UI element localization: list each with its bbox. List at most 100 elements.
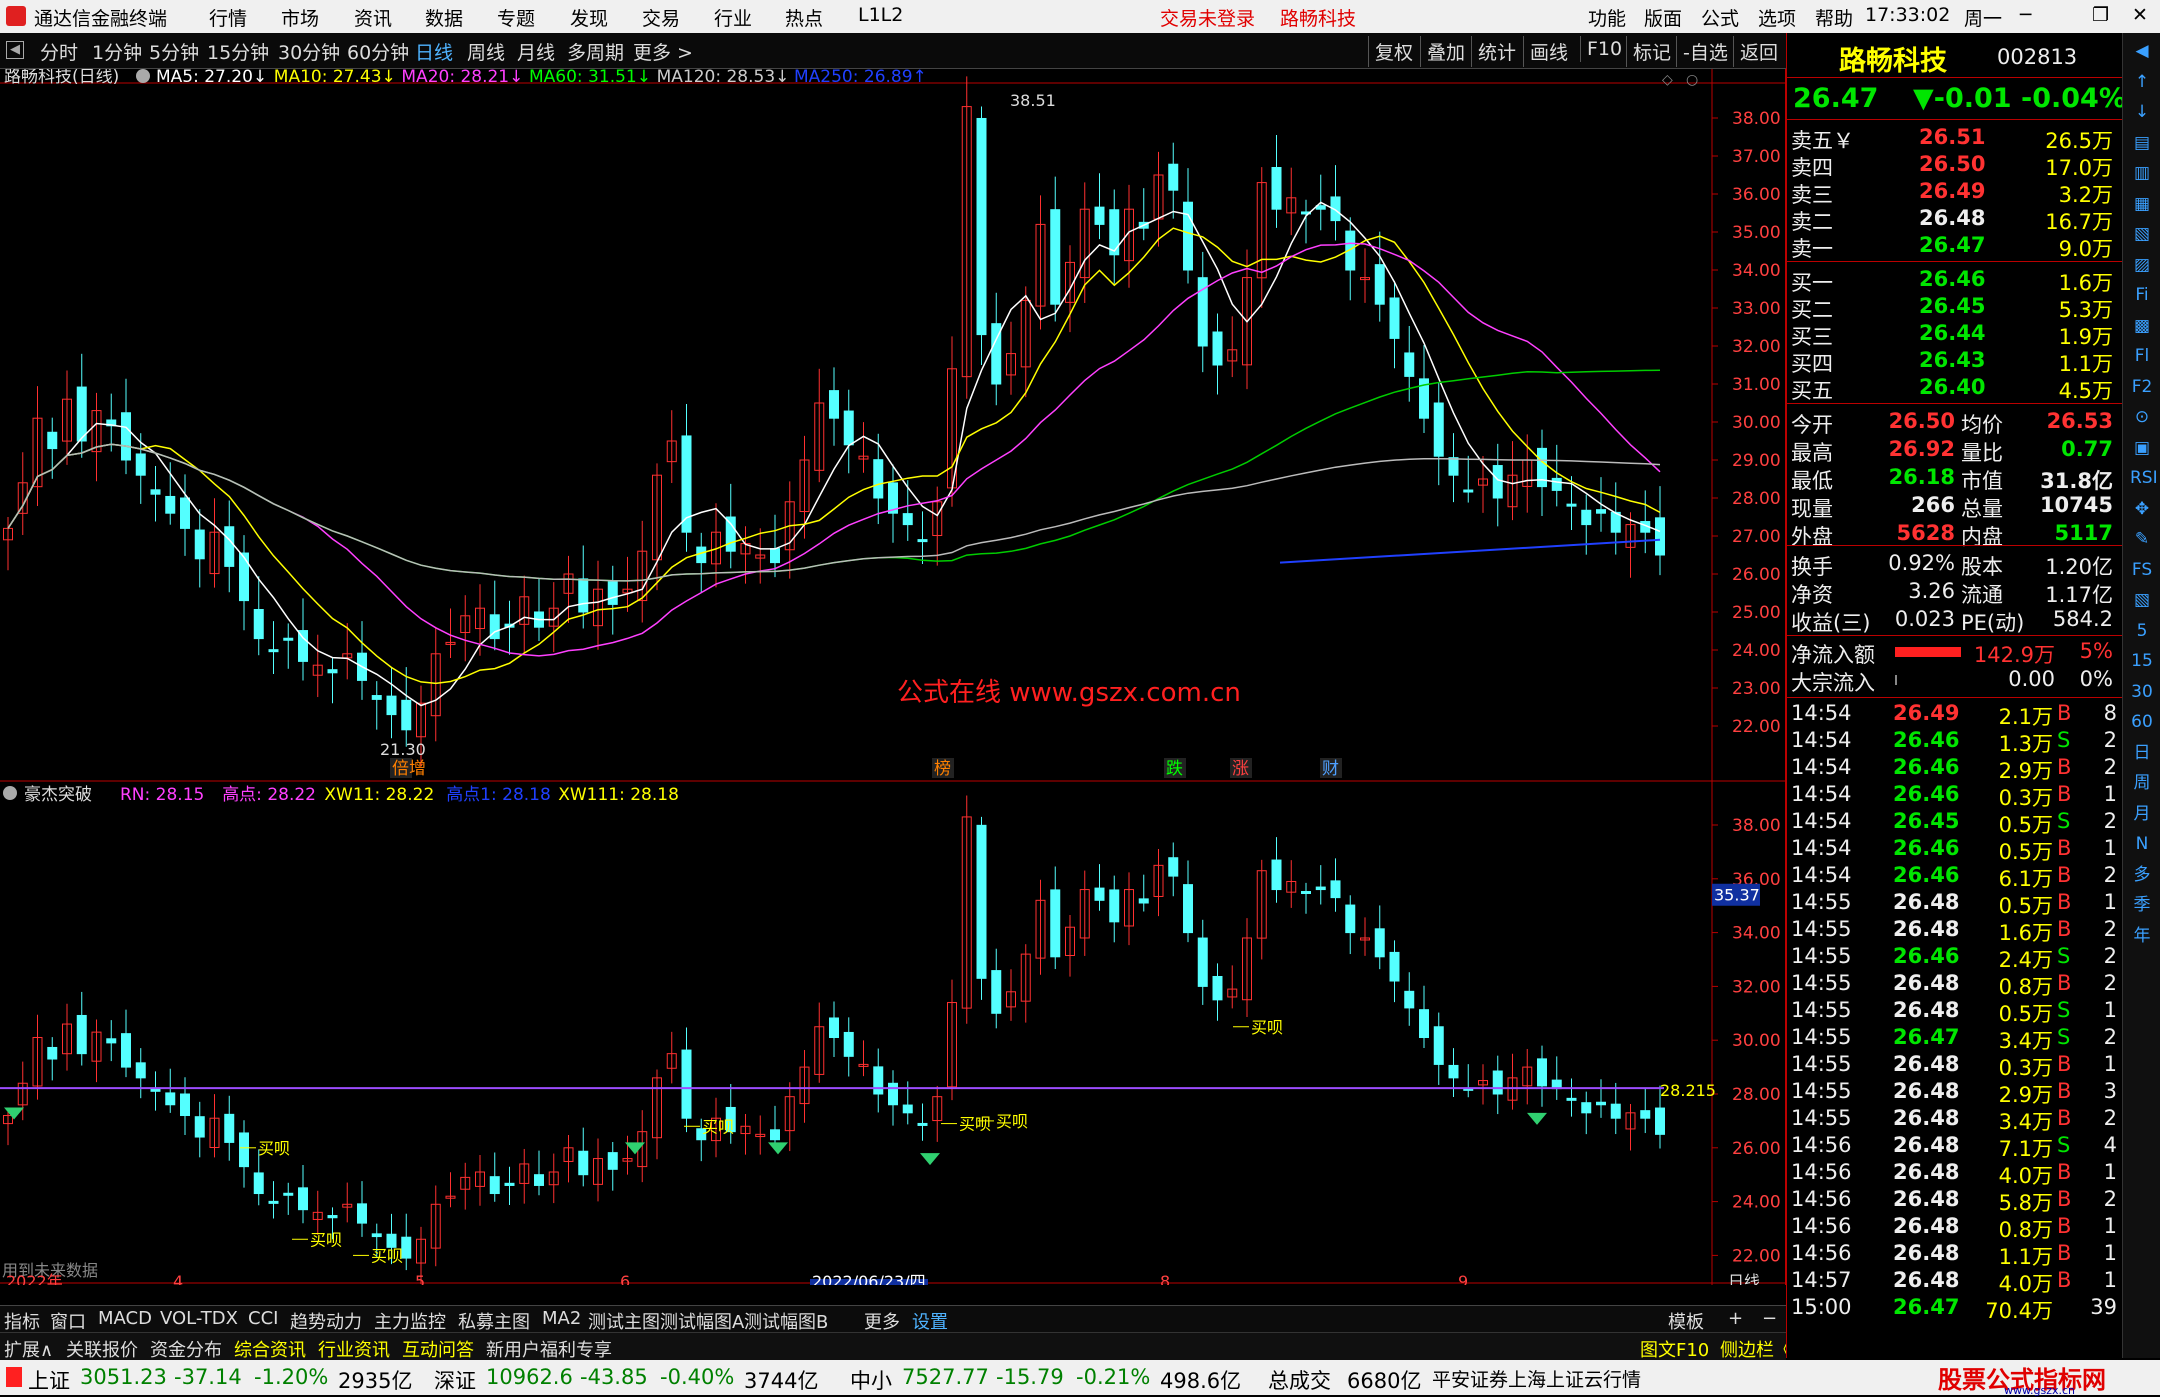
indicator-tab-11[interactable]: 测试幅图B xyxy=(744,1308,828,1334)
info-tab-3[interactable]: 综合资讯 xyxy=(234,1336,306,1362)
indicator-tab-7[interactable]: 私募主图 xyxy=(458,1308,530,1334)
kline-chart[interactable]: 路畅科技(日线) MA5: 27.20↓ MA10: 27.43↓ MA20: 28.… xyxy=(0,69,1786,1285)
side-icon-10[interactable]: Fl xyxy=(2130,344,2154,368)
side-icon-18[interactable]: ▧ xyxy=(2130,588,2154,612)
chart-area[interactable]: 路畅科技(日线) MA5: 27.20↓ MA10: 27.43↓ MA20: 28.… xyxy=(0,69,1786,1285)
menu-9[interactable]: L1L2 xyxy=(858,4,903,26)
info-tab-4[interactable]: 行业资讯 xyxy=(318,1336,390,1362)
menu-5[interactable]: 发现 xyxy=(570,4,608,31)
side-icon-3[interactable]: ▤ xyxy=(2130,131,2154,155)
period-tab-3[interactable]: 15分钟 xyxy=(207,38,269,65)
period-tab-2[interactable]: 5分钟 xyxy=(149,38,199,65)
info-right-0[interactable]: 图文F10 xyxy=(1640,1336,1709,1362)
toolbar-button-1[interactable]: 叠加 xyxy=(1420,36,1471,67)
index-name[interactable]: 上证 xyxy=(28,1365,70,1395)
bottom-right-1[interactable]: + xyxy=(1728,1308,1743,1329)
side-icon-22[interactable]: 60 xyxy=(2130,710,2154,734)
menu-4[interactable]: 专题 xyxy=(497,4,535,31)
side-icon-26[interactable]: N xyxy=(2130,832,2154,856)
side-icon-8[interactable]: Fi xyxy=(2130,283,2154,307)
period-tab-6[interactable]: 日线 xyxy=(415,38,453,65)
indicator-tab-4[interactable]: CCI xyxy=(248,1308,278,1329)
side-icon-27[interactable]: 多 xyxy=(2130,863,2154,887)
menu-6[interactable]: 交易 xyxy=(642,4,680,31)
info-tab-2[interactable]: 资金分布 xyxy=(150,1336,222,1362)
bottom-right-2[interactable]: − xyxy=(1762,1308,1777,1329)
indicator-tab-13[interactable]: 设置 xyxy=(912,1308,948,1334)
info-tab-6[interactable]: 新用户福利专享 xyxy=(486,1336,612,1362)
toolbar-button-5[interactable]: 标记 xyxy=(1626,36,1677,67)
indicator-tab-1[interactable]: 窗口 xyxy=(50,1308,86,1334)
side-icon-29[interactable]: 年 xyxy=(2130,924,2154,948)
side-icon-7[interactable]: ▨ xyxy=(2130,253,2154,277)
toolbar-button-2[interactable]: 统计 xyxy=(1471,36,1522,67)
indicator-tab-3[interactable]: VOL-TDX xyxy=(160,1308,238,1329)
indicator-tab-9[interactable]: 测试主图 xyxy=(588,1308,660,1334)
menu-8[interactable]: 热点 xyxy=(785,4,823,31)
period-tab-1[interactable]: 1分钟 xyxy=(92,38,142,65)
right-menu-0[interactable]: 功能 xyxy=(1588,4,1626,31)
side-icon-17[interactable]: FS xyxy=(2130,558,2154,582)
right-menu-4[interactable]: 帮助 xyxy=(1815,4,1853,31)
menu-7[interactable]: 行业 xyxy=(714,4,752,31)
side-icon-20[interactable]: 15 xyxy=(2130,649,2154,673)
menu-3[interactable]: 数据 xyxy=(425,4,463,31)
period-tab-0[interactable]: 分时 xyxy=(40,38,78,65)
side-icon-19[interactable]: 5 xyxy=(2130,619,2154,643)
restore-button[interactable]: ❐ xyxy=(2092,4,2109,26)
menu-1[interactable]: 市场 xyxy=(281,4,319,31)
side-icon-6[interactable]: ▧ xyxy=(2130,222,2154,246)
side-icon-5[interactable]: ▦ xyxy=(2130,192,2154,216)
side-icon-16[interactable]: ✎ xyxy=(2130,527,2154,551)
indicator-tab-0[interactable]: 指标 xyxy=(4,1308,40,1334)
index-name[interactable]: 深证 xyxy=(434,1365,476,1395)
info-tab-5[interactable]: 互动问答 xyxy=(402,1336,474,1362)
close-button[interactable]: ✕ xyxy=(2132,4,2148,26)
side-icon-28[interactable]: 季 xyxy=(2130,893,2154,917)
period-tab-4[interactable]: 30分钟 xyxy=(278,38,340,65)
side-icon-14[interactable]: RSI xyxy=(2130,466,2158,490)
right-menu-2[interactable]: 公式 xyxy=(1701,4,1739,31)
indicator-tab-12[interactable]: 更多 xyxy=(864,1308,900,1334)
side-icon-9[interactable]: ▩ xyxy=(2130,314,2154,338)
toolbar-button-3[interactable]: 画线 xyxy=(1523,36,1574,67)
period-tab-9[interactable]: 多周期 xyxy=(567,38,624,65)
menu-2[interactable]: 资讯 xyxy=(354,4,392,31)
bottom-right-0[interactable]: 模板 xyxy=(1668,1308,1704,1334)
minimize-button[interactable]: ─ xyxy=(2020,4,2031,26)
info-tab-1[interactable]: 关联报价 xyxy=(66,1336,138,1362)
side-icon-12[interactable]: ⊙ xyxy=(2130,405,2154,429)
side-icon-0[interactable]: ◀ xyxy=(2130,39,2154,63)
indicator-tab-6[interactable]: 主力监控 xyxy=(374,1308,446,1334)
indicator-tab-10[interactable]: 测试幅图A xyxy=(660,1308,744,1334)
side-icon-11[interactable]: F2 xyxy=(2130,375,2154,399)
info-right-1[interactable]: 侧边栏《 xyxy=(1720,1336,1792,1362)
toolbar-button-7[interactable]: 返回 xyxy=(1733,36,1784,67)
period-tab-5[interactable]: 60分钟 xyxy=(347,38,409,65)
toolbar-button-6[interactable]: -自选 xyxy=(1676,36,1734,67)
period-tab-10[interactable]: 更多 > xyxy=(633,38,693,65)
side-icon-15[interactable]: ✥ xyxy=(2130,497,2154,521)
right-menu-1[interactable]: 版面 xyxy=(1644,4,1682,31)
side-icon-21[interactable]: 30 xyxy=(2130,680,2154,704)
index-name[interactable]: 中小 xyxy=(850,1365,892,1395)
period-tab-8[interactable]: 月线 xyxy=(517,38,555,65)
collapse-icon[interactable]: ◀ xyxy=(6,41,24,59)
toolbar-button-0[interactable]: 复权 xyxy=(1368,36,1419,67)
login-status[interactable]: 交易未登录 xyxy=(1160,4,1255,31)
indicator-tab-8[interactable]: MA2 xyxy=(542,1308,581,1329)
menu-0[interactable]: 行情 xyxy=(209,4,247,31)
info-tab-0[interactable]: 扩展∧ xyxy=(4,1336,53,1362)
toolbar-button-4[interactable]: F10 xyxy=(1580,36,1628,62)
side-icon-24[interactable]: 周 xyxy=(2130,771,2154,795)
indicator-tab-5[interactable]: 趋势动力 xyxy=(290,1308,362,1334)
side-icon-23[interactable]: 日 xyxy=(2130,741,2154,765)
side-icon-4[interactable]: ▥ xyxy=(2130,161,2154,185)
right-menu-3[interactable]: 选项 xyxy=(1758,4,1796,31)
side-icon-1[interactable]: ↑ xyxy=(2130,70,2154,94)
side-icon-2[interactable]: ↓ xyxy=(2130,100,2154,124)
indicator-tab-2[interactable]: MACD xyxy=(98,1308,152,1329)
side-icon-13[interactable]: ▣ xyxy=(2130,436,2154,460)
side-icon-25[interactable]: 月 xyxy=(2130,802,2154,826)
period-tab-7[interactable]: 周线 xyxy=(467,38,505,65)
